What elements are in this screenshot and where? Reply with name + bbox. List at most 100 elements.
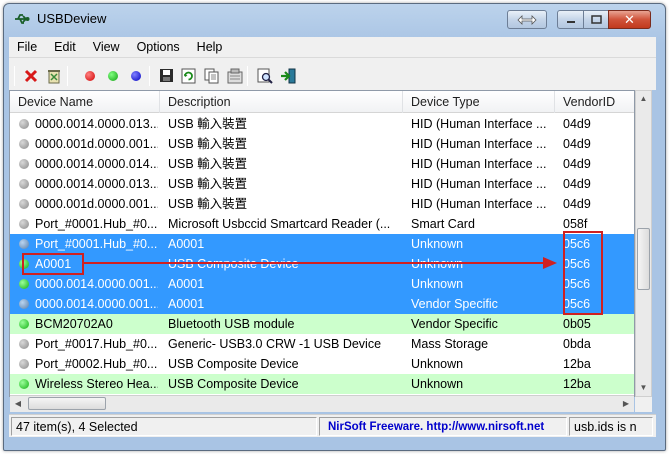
description-cell: A0001 — [168, 237, 205, 251]
table-row[interactable]: Port_#0002.Hub_#0... USB Composite Device… — [10, 354, 634, 374]
device-name-cell: 0000.0014.0000.001.... — [35, 277, 158, 291]
vertical-scroll-thumb[interactable] — [637, 228, 650, 290]
swap-window-button[interactable] — [507, 10, 547, 29]
menu-bar: File Edit View Options Help — [9, 37, 656, 57]
device-type-cell: HID (Human Interface ... — [411, 117, 547, 131]
nirsoft-link[interactable]: NirSoft Freeware. http://www.nirsoft.net — [319, 417, 567, 436]
table-row[interactable]: 0000.0014.0000.013.... USB 輸入裝置 HID (Human… — [10, 174, 634, 194]
disconnected-status-icon — [19, 299, 29, 309]
table-row[interactable]: A0001 USB Composite Device Unknown 05c6 — [10, 254, 634, 274]
device-name-cell: 0000.0014.0000.001.... — [35, 297, 158, 311]
table-row[interactable]: 0000.0014.0000.001.... A0001 Vendor Specif… — [10, 294, 634, 314]
blue-dot-icon[interactable] — [127, 67, 144, 84]
exit-icon[interactable] — [279, 67, 296, 84]
vertical-scrollbar[interactable]: ▲ ▼ — [635, 90, 652, 397]
connected-status-icon — [19, 319, 29, 329]
device-type-cell: HID (Human Interface ... — [411, 137, 547, 151]
scroll-up-icon[interactable]: ▲ — [636, 91, 651, 107]
device-name-cell: 0000.0014.0000.014.... — [35, 157, 158, 171]
vendor-id-cell: 04d9 — [563, 177, 591, 191]
connected-status-icon — [19, 379, 29, 389]
properties-icon[interactable] — [226, 67, 243, 84]
vendor-id-cell: 0bda — [563, 337, 591, 351]
close-icon: ✕ — [624, 11, 635, 27]
vendor-id-cell: 12ba — [563, 357, 591, 371]
table-row[interactable]: 0000.001d.0000.001... USB 輸入裝置 HID (Human … — [10, 194, 634, 214]
device-name-cell: Port_#0017.Hub_#0... — [35, 337, 158, 351]
table-row[interactable]: Wireless Stereo Hea... USB Composite Devi… — [10, 374, 634, 394]
disconnected-status-icon — [19, 139, 29, 149]
device-name-cell: 0000.001d.0000.001... — [35, 197, 158, 211]
green-dot-icon[interactable] — [104, 67, 121, 84]
device-name-cell: Port_#0001.Hub_#0... — [35, 237, 158, 251]
vendor-id-cell: 04d9 — [563, 197, 591, 211]
scroll-right-icon[interactable]: ▶ — [618, 396, 634, 412]
scroll-corner — [635, 397, 652, 412]
close-button[interactable]: ✕ — [608, 10, 651, 29]
table-row[interactable]: 0000.0014.0000.001.... A0001 Unknown 05c6 — [10, 274, 634, 294]
copy-icon[interactable] — [203, 67, 220, 84]
device-list[interactable]: Device Name Description Device Type Vend… — [9, 90, 635, 397]
disconnected-status-icon — [19, 179, 29, 189]
description-cell: USB Composite Device — [168, 377, 299, 391]
menu-help[interactable]: Help — [189, 40, 232, 54]
table-row[interactable]: Port_#0001.Hub_#0... A0001 Unknown 05c6 — [10, 234, 634, 254]
device-type-cell: HID (Human Interface ... — [411, 157, 547, 171]
disconnected-status-icon — [19, 199, 29, 209]
column-device-name[interactable]: Device Name — [10, 91, 160, 113]
table-row[interactable]: 0000.0014.0000.014.... USB 輸入裝置 HID (Human… — [10, 154, 634, 174]
description-cell: USB Composite Device — [168, 257, 299, 271]
device-name-cell: 0000.0014.0000.013.... — [35, 177, 158, 191]
menu-file[interactable]: File — [9, 40, 46, 54]
device-type-cell: Unknown — [411, 257, 464, 271]
device-name-cell: Wireless Stereo Hea... — [35, 377, 158, 391]
table-row[interactable]: Port_#0017.Hub_#0... Generic- USB3.0 CRW … — [10, 334, 634, 354]
vendor-id-cell: 04d9 — [563, 137, 591, 151]
table-row[interactable]: Port_#0001.Hub_#0... Microsoft Usbccid Sm… — [10, 214, 634, 234]
device-type-cell: HID (Human Interface ... — [411, 197, 547, 211]
scroll-left-icon[interactable]: ◀ — [10, 396, 26, 412]
find-icon[interactable] — [256, 67, 273, 84]
horizontal-scroll-thumb[interactable] — [28, 397, 106, 410]
toolbar-separator — [149, 66, 150, 86]
device-type-cell: Unknown — [411, 357, 464, 371]
horizontal-scrollbar[interactable]: ◀ ▶ — [10, 395, 634, 412]
device-type-cell: HID (Human Interface ... — [411, 177, 547, 191]
description-cell: USB 輸入裝置 — [168, 157, 248, 171]
description-cell: Bluetooth USB module — [168, 317, 295, 331]
menu-options[interactable]: Options — [129, 40, 189, 54]
column-vendor-id[interactable]: VendorID — [555, 91, 634, 113]
device-type-cell: Vendor Specific — [411, 297, 498, 311]
refresh-icon[interactable] — [180, 67, 197, 84]
disconnect-icon[interactable] — [22, 67, 39, 84]
menu-edit[interactable]: Edit — [46, 40, 85, 54]
menu-view[interactable]: View — [85, 40, 129, 54]
description-cell: USB 輸入裝置 — [168, 177, 248, 191]
maximize-button[interactable] — [583, 10, 609, 29]
device-type-cell: Unknown — [411, 377, 464, 391]
status-item-count: 47 item(s), 4 Selected — [11, 417, 317, 436]
device-name-cell: Port_#0001.Hub_#0... — [35, 217, 158, 231]
table-row[interactable]: 0000.001d.0000.001... USB 輸入裝置 HID (Human … — [10, 134, 634, 154]
minimize-button[interactable] — [557, 10, 584, 29]
scroll-down-icon[interactable]: ▼ — [636, 380, 651, 396]
table-row[interactable]: 0000.0014.0000.013.... USB 輸入裝置 HID (Human… — [10, 114, 634, 134]
table-row[interactable]: BCM20702A0 Bluetooth USB module Vendor Spe… — [10, 314, 634, 334]
column-device-type[interactable]: Device Type — [403, 91, 555, 113]
device-name-cell: BCM20702A0 — [35, 317, 113, 331]
annotation-arrow — [84, 262, 544, 264]
uninstall-icon[interactable] — [45, 67, 62, 84]
vendor-id-cell: 0b05 — [563, 317, 591, 331]
device-type-cell: Unknown — [411, 277, 464, 291]
vendor-id-cell: 12ba — [563, 377, 591, 391]
description-cell: USB 輸入裝置 — [168, 137, 248, 151]
column-description[interactable]: Description — [160, 91, 403, 113]
title-bar[interactable]: USBDeview ✕ — [4, 4, 665, 34]
save-icon[interactable] — [158, 67, 175, 84]
annotation-arrow-head — [543, 257, 557, 269]
red-dot-icon[interactable] — [81, 67, 98, 84]
annotation-vendor-box — [563, 231, 603, 315]
status-bar: 47 item(s), 4 Selected NirSoft Freeware.… — [9, 414, 656, 437]
device-type-cell: Vendor Specific — [411, 317, 498, 331]
disconnected-status-icon — [19, 239, 29, 249]
